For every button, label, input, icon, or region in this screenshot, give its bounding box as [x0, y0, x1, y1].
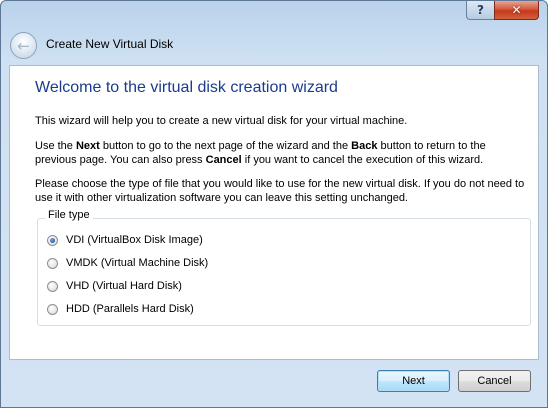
next-button[interactable]: Next — [377, 370, 450, 392]
radio-button[interactable] — [47, 257, 58, 269]
close-icon: ✕ — [511, 3, 522, 17]
intro-text: This wizard will help you to create a ne… — [35, 115, 408, 127]
radio-label-vmdk: VMDK (Virtual Machine Disk) — [66, 257, 209, 269]
radio-label-vdi: VDI (VirtualBox Disk Image) — [66, 234, 203, 246]
file-type-legend: File type — [45, 209, 93, 221]
radio-option-hdd[interactable]: HDD (Parallels Hard Disk) — [47, 301, 194, 317]
radio-button-selected[interactable] — [47, 234, 58, 246]
radio-dot-icon — [50, 237, 55, 243]
close-button[interactable]: ✕ — [494, 1, 539, 20]
back-arrow-icon: ← — [17, 36, 30, 55]
cancel-button[interactable]: Cancel — [458, 370, 531, 392]
window-title: Create New Virtual Disk — [46, 37, 174, 51]
radio-option-vdi[interactable]: VDI (VirtualBox Disk Image) — [47, 232, 203, 248]
choose-type-text: Please choose the type of file that you … — [35, 178, 525, 204]
help-icon: ? — [477, 3, 484, 17]
radio-button[interactable] — [47, 303, 58, 315]
wizard-window: ? ✕ ← Create New Virtual Disk Welcome to… — [0, 0, 548, 408]
navigation-instructions: Use the Next button to go to the next pa… — [35, 140, 486, 166]
radio-option-vhd[interactable]: VHD (Virtual Hard Disk) — [47, 278, 182, 294]
title-bar: ? ✕ ← Create New Virtual Disk — [1, 1, 547, 65]
help-button[interactable]: ? — [466, 1, 495, 20]
radio-label-vhd: VHD (Virtual Hard Disk) — [66, 280, 182, 292]
wizard-heading: Welcome to the virtual disk creation wiz… — [35, 79, 338, 96]
radio-label-hdd: HDD (Parallels Hard Disk) — [66, 303, 194, 315]
radio-option-vmdk[interactable]: VMDK (Virtual Machine Disk) — [47, 255, 208, 271]
back-button[interactable]: ← — [10, 32, 37, 59]
wizard-content-panel: Welcome to the virtual disk creation wiz… — [9, 65, 539, 360]
radio-button[interactable] — [47, 280, 58, 292]
